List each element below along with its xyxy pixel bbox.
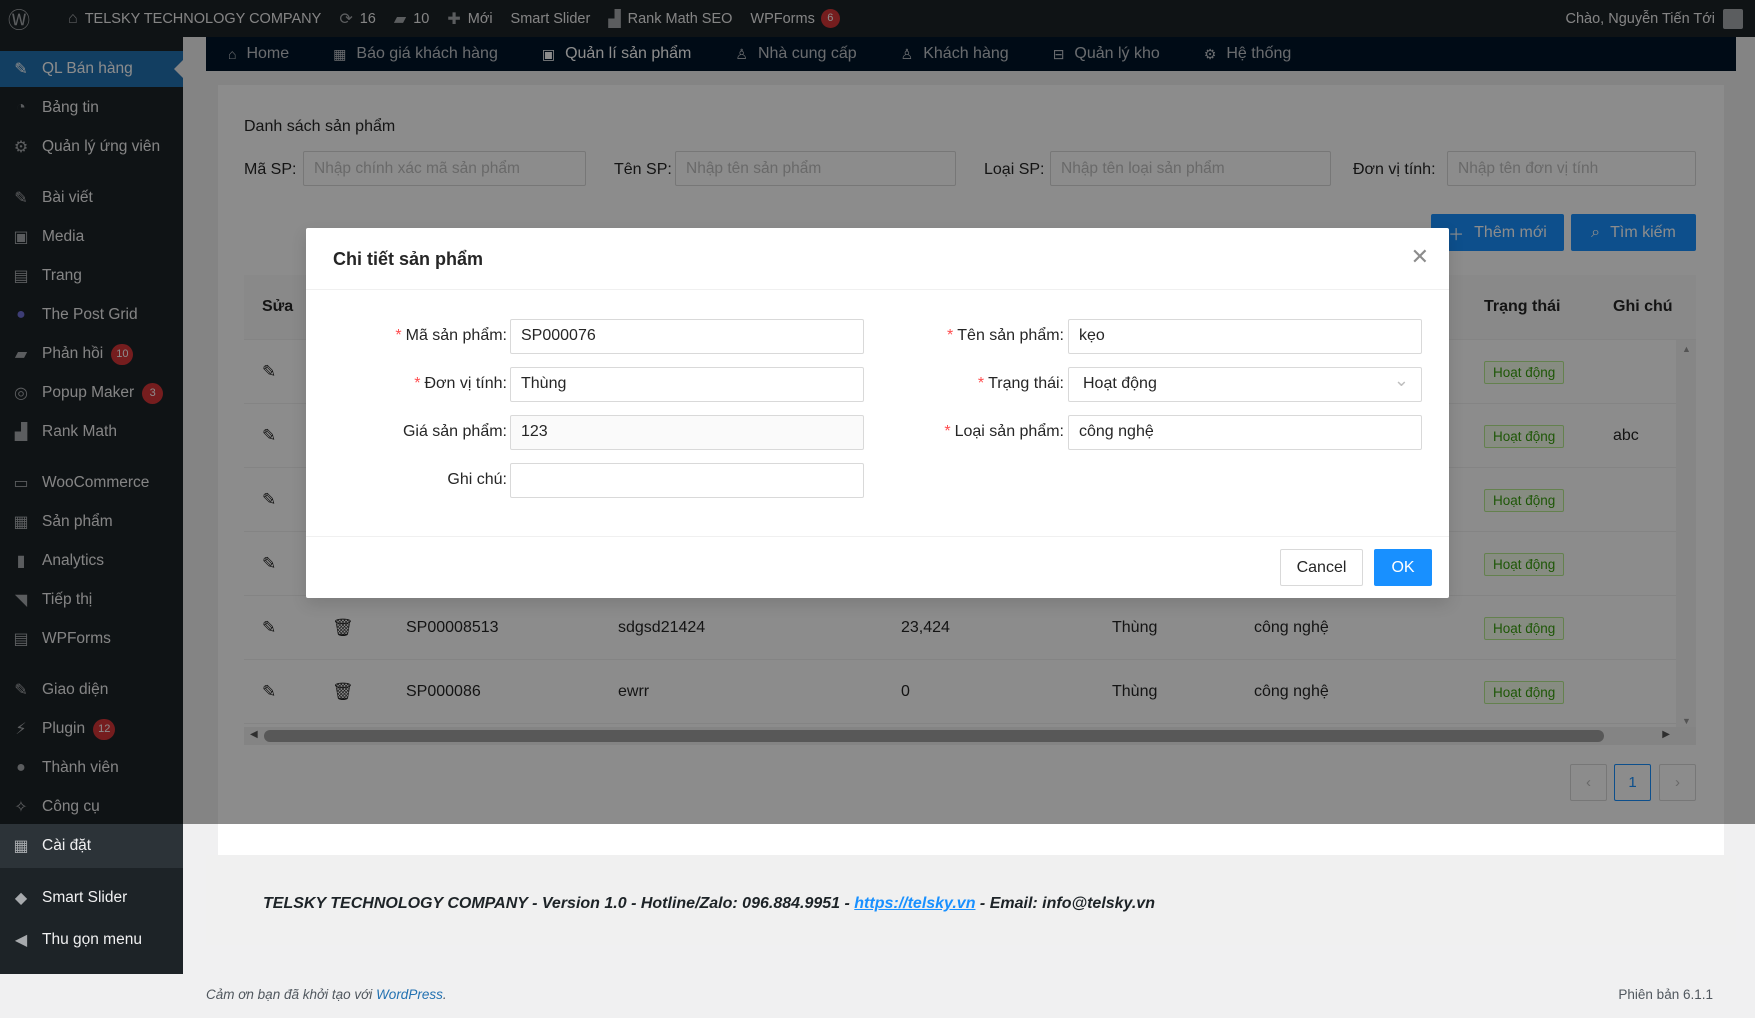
sidebar-item-cai-dat[interactable]: ▦ Cài đặt [0, 824, 183, 868]
type-input[interactable]: công nghệ [1068, 415, 1422, 450]
wp-thanks-text: Cảm ơn bạn đã khởi tạo với [206, 987, 377, 1002]
status-label: * Trạng thái: [977, 375, 1064, 392]
unit-label: * Đơn vị tính: [414, 375, 507, 392]
note-label: Ghi chú: [447, 471, 507, 488]
code-label: * Mã sản phẩm: [395, 327, 507, 344]
modal-mask-bar [0, 0, 1755, 37]
modal-title: Chi tiết sản phẩm [333, 249, 484, 269]
collapse-menu-button[interactable]: ◀ Thu gọn menu [0, 922, 183, 958]
footer-text: TELSKY TECHNOLOGY COMPANY - Version 1.0 … [263, 895, 1155, 913]
sidebar-item-label: Thu gọn menu [42, 931, 142, 948]
price-label: Giá sản phẩm: [402, 423, 507, 440]
name-input[interactable]: kẹo [1068, 319, 1422, 354]
wordpress-link[interactable]: WordPress [376, 987, 443, 1002]
price-input[interactable]: 123 [510, 415, 864, 450]
status-select-value: Hoạt động [1083, 375, 1157, 392]
plugin-footer: TELSKY TECHNOLOGY COMPANY - Version 1.0 … [206, 855, 1736, 945]
slider-icon: ◆ [14, 890, 28, 907]
wp-footer-thanks: Cảm ơn bạn đã khởi tạo với WordPress. [206, 987, 447, 1002]
product-detail-modal: Chi tiết sản phẩm ✕ * Mã sản phẩm: SP0000… [306, 228, 1449, 598]
collapse-icon: ◀ [14, 932, 28, 949]
ok-button[interactable]: OK [1374, 549, 1432, 586]
status-select[interactable]: Hoạt động [1068, 367, 1422, 402]
unit-input[interactable]: Thùng [510, 367, 864, 402]
sidebar-item-label: Cài đặt [42, 837, 92, 854]
modal-header: Chi tiết sản phẩm ✕ [306, 228, 1449, 290]
note-input[interactable] [510, 463, 864, 498]
sidebar-item-label: Smart Slider [42, 889, 128, 906]
footer-website-link[interactable]: https://telsky.vn [854, 895, 975, 912]
footer-email: - Email: info@telsky.vn [975, 895, 1155, 912]
type-label: * Loại sản phẩm: [944, 423, 1064, 440]
footer-info: TELSKY TECHNOLOGY COMPANY - Version 1.0 … [263, 895, 855, 912]
cancel-button[interactable]: Cancel [1280, 549, 1363, 586]
code-input[interactable]: SP000076 [510, 319, 864, 354]
wp-version: Phiên bản 6.1.1 [1618, 987, 1713, 1002]
name-label: * Tên sản phẩm: [947, 327, 1064, 344]
modal-mask-side [0, 37, 183, 824]
sidebar-item-smart-slider[interactable]: ◆ Smart Slider [0, 880, 183, 916]
modal-footer: Cancel OK [306, 536, 1449, 598]
close-icon[interactable]: ✕ [1411, 244, 1429, 270]
settings-icon: ▦ [13, 838, 29, 855]
